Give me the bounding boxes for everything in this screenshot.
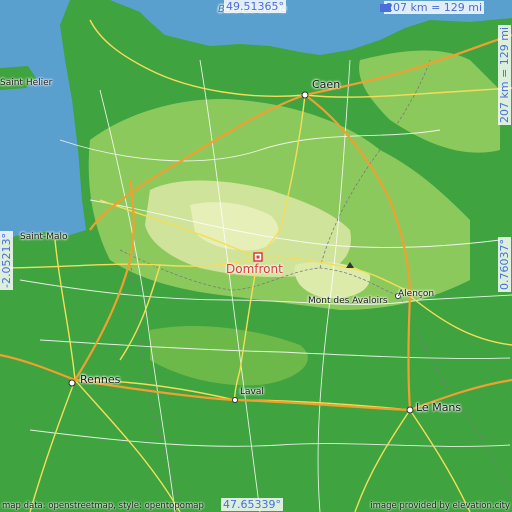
label-saint-malo: Saint-Malo — [20, 232, 68, 242]
label-domfront: Domfront — [226, 262, 283, 276]
scale-horizontal: 207 km = 129 mi — [384, 1, 485, 14]
laval-marker — [232, 397, 238, 403]
coord-left: -2.05213° — [0, 231, 13, 290]
label-saint-helier: Saint Helier — [0, 78, 53, 88]
label-laval: Laval — [240, 387, 264, 397]
scale-vertical: 207 km = 129 mi — [498, 24, 511, 125]
label-rennes: Rennes — [80, 373, 121, 386]
caen-marker — [301, 91, 309, 99]
label-caen: Caen — [312, 78, 341, 91]
coord-bottom: 47.65339° — [221, 498, 283, 511]
credit-right: image provided by elevation.city — [370, 501, 510, 511]
credit-left: map data: openstreetmap, style: opentopo… — [2, 501, 204, 511]
label-alencon: Alençon — [398, 289, 435, 299]
coord-right: 0.76037° — [498, 237, 511, 292]
terrain-map — [0, 0, 512, 512]
label-mont-des-avaloirs: Mont des Avaloirs — [308, 296, 388, 306]
label-le-mans: Le Mans — [416, 401, 462, 414]
scale-bar-icon — [380, 4, 391, 12]
coord-top: 49.51365° — [224, 0, 286, 13]
rennes-marker — [68, 379, 76, 387]
le-mans-marker — [406, 406, 414, 414]
map[interactable]: Baie de Seine Caen Saint Helier Saint-Ma… — [0, 0, 512, 512]
